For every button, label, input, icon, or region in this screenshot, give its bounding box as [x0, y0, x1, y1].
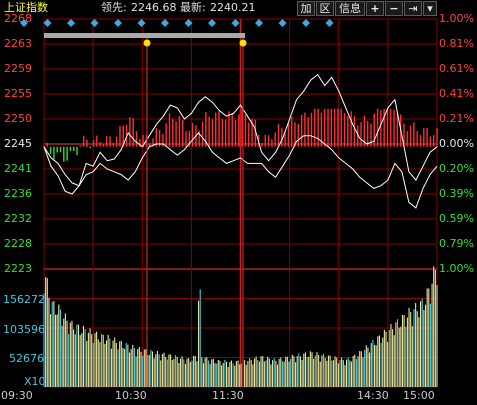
event-marker-icon	[208, 19, 216, 27]
price-line	[43, 73, 438, 195]
pct-label-right: 0.39%	[439, 187, 474, 200]
pct-label-right: 0.59%	[439, 212, 474, 225]
lead-index-line	[43, 132, 438, 209]
add-button[interactable]: 加	[297, 1, 315, 16]
event-marker-icon	[114, 19, 122, 27]
volume-label: 52676	[9, 352, 44, 365]
pct-label-right: 0.21%	[439, 112, 474, 125]
event-marker-icon	[255, 19, 263, 27]
event-marker-icon	[43, 19, 52, 27]
pct-label-right: 1.00%	[439, 12, 474, 25]
price-label-left: 2223	[4, 262, 32, 275]
zone-button[interactable]: 区	[316, 1, 334, 16]
minus-icon[interactable]: −	[385, 1, 403, 16]
plus-icon[interactable]: +	[366, 1, 384, 16]
pct-label-right: 0.00%	[439, 137, 474, 150]
price-label-left: 2236	[4, 187, 32, 200]
event-marker-icon	[137, 19, 146, 27]
intraday-chart-window: 上证指数 领先: 2246.68 最新: 2240.21 加 区 信息 + − …	[0, 0, 477, 405]
pct-label-right: 0.41%	[439, 87, 474, 100]
price-label-left: 2241	[4, 162, 32, 175]
price-label-left: 2232	[4, 212, 32, 225]
event-marker-icon	[325, 19, 334, 27]
volume-label: 103596	[3, 323, 45, 336]
price-label-left: 2263	[4, 37, 32, 50]
event-marker-icon	[184, 19, 193, 27]
event-marker-strip	[44, 33, 245, 38]
chart-frame	[43, 18, 438, 388]
lead-label: 领先:	[101, 1, 127, 14]
lead-value: 2246.68	[131, 1, 177, 14]
latest-value: 2240.21	[210, 1, 256, 14]
pct-label-right: 0.61%	[439, 62, 474, 75]
pct-label-right: 0.81%	[439, 37, 474, 50]
pct-label-right: 0.20%	[439, 162, 474, 175]
pin-right-icon[interactable]: ⇥	[404, 1, 422, 16]
latest-label: 最新:	[180, 1, 206, 14]
event-dot	[143, 39, 151, 47]
event-marker-icon	[302, 19, 310, 27]
pct-label-right: 1.00%	[439, 262, 474, 275]
event-marker-icon	[278, 19, 287, 27]
time-label: 15:00	[403, 389, 435, 402]
volume-multiplier: X10	[24, 375, 46, 388]
event-marker-icon	[231, 19, 240, 27]
price-label-left: 2268	[4, 12, 32, 25]
time-label: 09:30	[1, 389, 33, 402]
price-label-left: 2250	[4, 112, 32, 125]
event-dot	[239, 39, 247, 47]
info-button[interactable]: 信息	[335, 1, 365, 16]
volume-label: 156272	[3, 293, 45, 306]
event-marker-icon	[67, 19, 75, 27]
time-label: 11:30	[212, 389, 244, 402]
price-label-left: 2245	[4, 137, 32, 150]
time-label: 10:30	[115, 389, 147, 402]
event-marker-icon	[90, 19, 99, 27]
chevron-down-icon[interactable]: ▾	[423, 1, 437, 16]
price-label-left: 2255	[4, 87, 32, 100]
pct-label-right: 0.79%	[439, 237, 474, 250]
event-marker-icon	[161, 19, 169, 27]
time-label: 14:30	[357, 389, 389, 402]
price-label-left: 2259	[4, 62, 32, 75]
price-volume-chart[interactable]	[0, 0, 477, 405]
price-label-left: 2228	[4, 237, 32, 250]
